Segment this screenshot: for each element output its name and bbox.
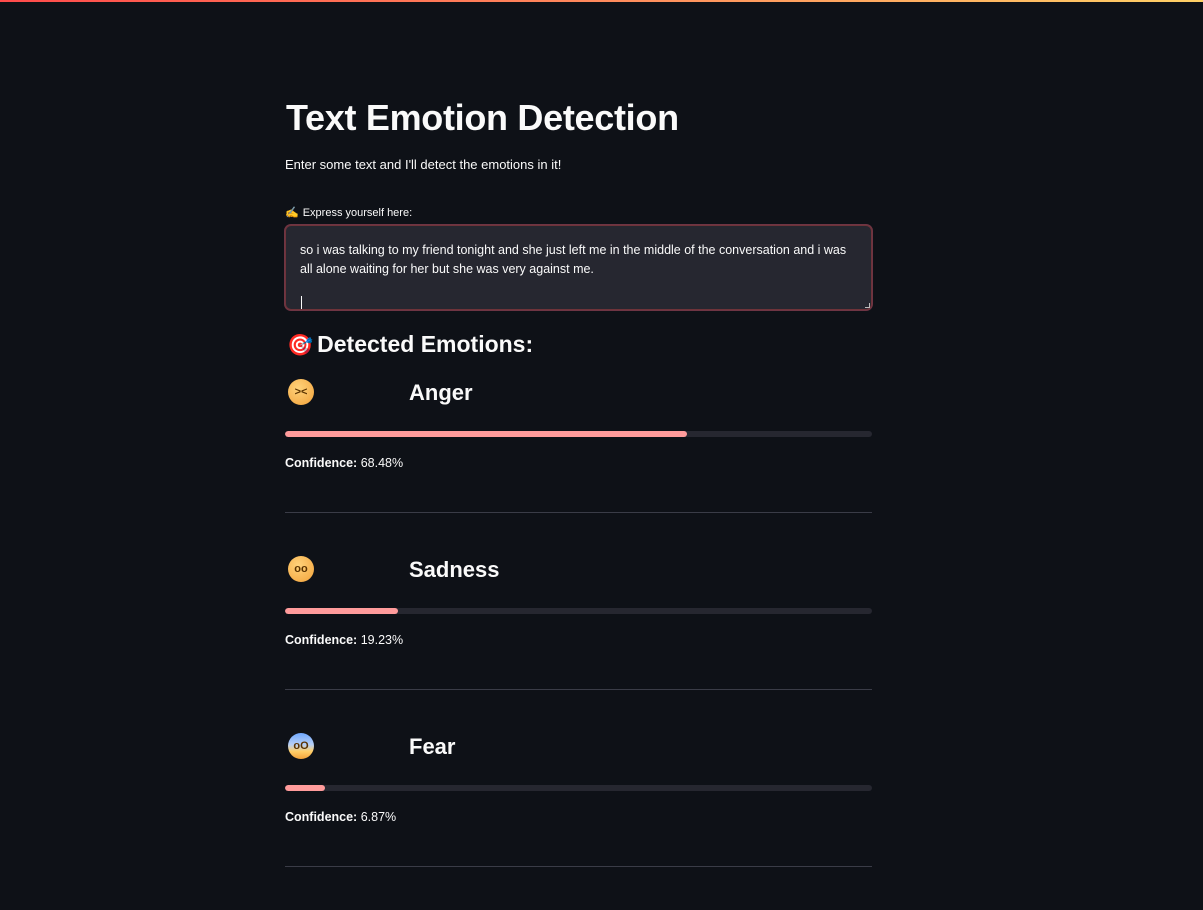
confidence-text: Confidence: 6.87% (285, 810, 396, 824)
writing-hand-icon: ✍️ (285, 207, 299, 219)
confidence-label: Confidence: (285, 810, 358, 824)
emotion-result-fear: oO Fear Confidence: 6.87% (285, 733, 872, 910)
confidence-progress-bar (285, 431, 872, 437)
text-cursor (301, 296, 302, 309)
emotion-result-anger: >< Anger Confidence: 68.48% (285, 379, 872, 556)
confidence-progress-bar (285, 785, 872, 791)
divider (285, 512, 872, 513)
confidence-label: Confidence: (285, 456, 358, 470)
confidence-progress-fill (285, 431, 687, 437)
text-input-value[interactable]: so i was talking to my friend tonight an… (300, 241, 860, 279)
confidence-progress-fill (285, 785, 326, 791)
emotion-result-sadness: oo Sadness Confidence: 19.23% (285, 556, 872, 733)
divider (285, 689, 872, 690)
angry-face-icon: >< (288, 379, 314, 405)
resize-handle-icon[interactable] (865, 303, 870, 308)
emotion-text-input[interactable]: so i was talking to my friend tonight an… (285, 225, 872, 310)
confidence-value: 68.48% (360, 456, 404, 470)
emotion-name: Fear (409, 734, 456, 759)
confidence-value: 19.23% (360, 633, 404, 647)
confidence-label: Confidence: (285, 633, 358, 647)
page-title: Text Emotion Detection (286, 97, 679, 138)
confidence-text: Confidence: 19.23% (285, 633, 403, 647)
confidence-progress-fill (285, 608, 398, 614)
emotion-name: Anger (409, 380, 473, 405)
target-icon: 🎯 (287, 334, 314, 357)
text-input-label: ✍️ Express yourself here: (285, 206, 412, 219)
detected-emotions-heading: 🎯 Detected Emotions: (287, 331, 533, 358)
emotion-name: Sadness (409, 557, 500, 582)
confidence-progress-bar (285, 608, 872, 614)
confidence-text: Confidence: 68.48% (285, 456, 403, 470)
detected-emotions-heading-text: Detected Emotions: (317, 331, 534, 357)
divider (285, 866, 872, 867)
page-subtitle: Enter some text and I'll detect the emot… (285, 157, 562, 172)
text-input-label-text: Express yourself here: (302, 207, 413, 219)
top-decoration-bar (0, 0, 1203, 2)
fearful-face-icon: oO (288, 733, 314, 759)
sad-face-icon: oo (288, 556, 314, 582)
confidence-value: 6.87% (360, 810, 397, 824)
